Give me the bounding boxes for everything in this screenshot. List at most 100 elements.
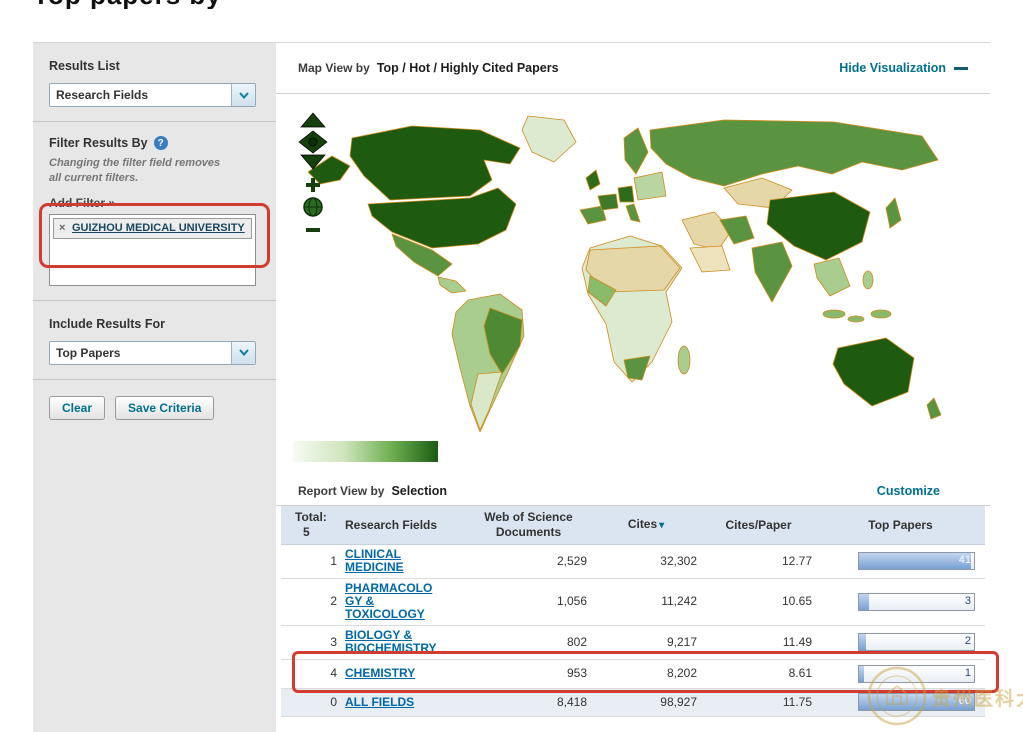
documents-cell: 2,529: [466, 544, 591, 578]
filter-heading: Filter Results By: [49, 136, 148, 150]
documents-cell: 8,418: [466, 688, 591, 716]
column-header-top-papers: Top Papers: [816, 506, 985, 544]
map-region-philippines[interactable]: [863, 271, 873, 289]
top-papers-value: 1: [965, 667, 971, 680]
map-region-eastern-europe[interactable]: [634, 172, 666, 200]
map-zoom-control[interactable]: [302, 178, 324, 234]
column-header-research-fields: Research Fields: [341, 506, 466, 544]
include-results-heading: Include Results For: [49, 317, 260, 331]
hide-visualization-label: Hide Visualization: [839, 61, 946, 75]
rank-cell: 3: [281, 625, 341, 659]
pan-up-icon[interactable]: [301, 113, 325, 127]
results-list-heading: Results List: [49, 59, 260, 73]
column-header-cites[interactable]: Cites▾: [591, 506, 701, 544]
top-papers-cell: 41: [816, 544, 985, 578]
hide-visualization-link[interactable]: Hide Visualization: [839, 61, 968, 75]
top-papers-bar: 1: [858, 665, 975, 683]
top-papers-cell: 60: [816, 688, 985, 716]
active-filters-box: × GUIZHOU MEDICAL UNIVERSITY: [49, 214, 256, 286]
field-link-pharmacology-toxicology[interactable]: PHARMACOLOGY & TOXICOLOGY: [345, 582, 441, 621]
map-region-central-america[interactable]: [438, 277, 466, 293]
map-region-russia[interactable]: [650, 120, 938, 186]
map-region-middle-east[interactable]: [682, 212, 732, 250]
table-row: 1 CLINICAL MEDICINE 2,529 32,302 12.77 4…: [281, 544, 985, 578]
map-region-indonesia[interactable]: [848, 316, 864, 322]
top-papers-value: 3: [965, 595, 971, 608]
map-region-central-europe[interactable]: [618, 186, 634, 202]
map-region-madagascar[interactable]: [678, 346, 690, 374]
field-link-chemistry[interactable]: CHEMISTRY: [345, 667, 441, 680]
rank-cell: 0: [281, 688, 341, 716]
help-icon[interactable]: ?: [154, 136, 168, 150]
field-link-biology-biochemistry[interactable]: BIOLOGY & BIOCHEMISTRY: [345, 629, 441, 655]
world-map[interactable]: [294, 108, 949, 444]
page-title-cropped: Top papers by: [33, 0, 353, 9]
report-table: Total: 5 Research Fields Web of Science …: [281, 506, 985, 717]
total-count-header: Total: 5: [281, 506, 341, 544]
top-papers-value: 2: [965, 635, 971, 648]
report-view-label: Report View by: [298, 484, 384, 498]
include-results-dropdown[interactable]: Top Papers: [49, 341, 256, 365]
map-region-indonesia[interactable]: [871, 310, 891, 318]
filter-input[interactable]: [53, 239, 252, 259]
table-row: 3 BIOLOGY & BIOCHEMISTRY 802 9,217 11.49…: [281, 625, 985, 659]
top-papers-value: 41: [959, 554, 971, 567]
map-region-uk[interactable]: [586, 170, 600, 190]
results-list-section: Results List Research Fields: [33, 43, 276, 122]
chevron-down-icon[interactable]: [231, 342, 255, 364]
map-region-southeast-asia[interactable]: [814, 258, 850, 296]
filter-section: Filter Results By ? Changing the filter …: [33, 122, 276, 301]
map-region-italy[interactable]: [626, 204, 640, 222]
save-criteria-button[interactable]: Save Criteria: [115, 396, 214, 420]
rank-cell: 1: [281, 544, 341, 578]
top-papers-bar: 60: [858, 693, 975, 711]
documents-cell: 1,056: [466, 578, 591, 625]
clear-button[interactable]: Clear: [49, 396, 105, 420]
remove-filter-icon[interactable]: ×: [59, 222, 65, 235]
page: Top papers by Results List Research Fiel…: [0, 0, 1023, 732]
customize-link[interactable]: Customize: [877, 484, 940, 498]
top-papers-bar-fill: [859, 666, 864, 682]
map-region-australia[interactable]: [833, 338, 914, 406]
top-papers-cell: 3: [816, 578, 985, 625]
filter-chip-guizhou-medical-university[interactable]: × GUIZHOU MEDICAL UNIVERSITY: [53, 218, 252, 239]
map-region-greenland[interactable]: [522, 116, 576, 162]
cites-per-paper-cell: 11.49: [701, 625, 816, 659]
map-pan-control[interactable]: [298, 112, 328, 170]
map-region-saudi-arabia[interactable]: [690, 246, 730, 272]
field-link-all-fields[interactable]: ALL FIELDS: [345, 696, 441, 709]
cites-cell: 32,302: [591, 544, 701, 578]
results-list-dropdown[interactable]: Research Fields: [49, 83, 256, 107]
map-region-france[interactable]: [598, 194, 618, 210]
main-content: Map View by Top / Hot / Highly Cited Pap…: [276, 42, 990, 732]
map-color-legend: [293, 441, 438, 462]
map-region-new-zealand[interactable]: [927, 398, 941, 419]
map-visualization[interactable]: [276, 94, 990, 476]
pan-down-icon[interactable]: [301, 155, 325, 169]
top-papers-bar-fill: [859, 594, 869, 610]
cites-per-paper-cell: 10.65: [701, 578, 816, 625]
documents-cell: 802: [466, 625, 591, 659]
chevron-down-icon[interactable]: [231, 84, 255, 106]
map-region-india[interactable]: [752, 242, 792, 302]
top-papers-bar: 3: [858, 593, 975, 611]
zoom-in-icon[interactable]: [306, 183, 320, 187]
filter-note: Changing the filter field removes all cu…: [49, 156, 229, 186]
add-filter-link[interactable]: Add Filter »: [49, 196, 115, 210]
top-papers-bar-fill: [859, 634, 866, 650]
map-region-indonesia[interactable]: [823, 310, 845, 318]
map-region-south-africa[interactable]: [624, 356, 650, 380]
top-papers-cell: 2: [816, 625, 985, 659]
top-papers-bar-fill: [859, 694, 974, 710]
map-view-title: Top / Hot / Highly Cited Papers: [377, 61, 559, 75]
column-header-documents: Web of Science Documents: [466, 506, 591, 544]
report-view-title: Selection: [391, 484, 447, 498]
field-link-clinical-medicine[interactable]: CLINICAL MEDICINE: [345, 548, 441, 574]
map-region-japan[interactable]: [886, 198, 901, 228]
top-papers-value: 60: [959, 695, 971, 708]
zoom-out-icon[interactable]: [306, 228, 320, 232]
column-header-cites-per-paper: Cites/Paper: [701, 506, 816, 544]
map-region-scandinavia[interactable]: [624, 128, 648, 174]
top-papers-bar: 41: [858, 552, 975, 570]
cites-cell: 98,927: [591, 688, 701, 716]
